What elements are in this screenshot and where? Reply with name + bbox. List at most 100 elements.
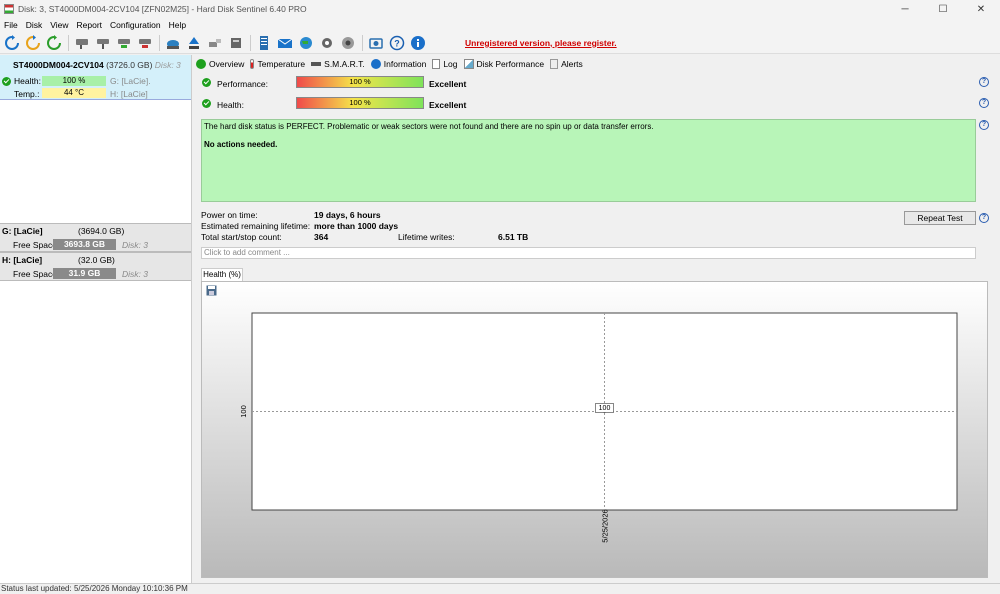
power-on-value: 19 days, 6 hours [314,210,381,220]
performance-ok-icon [202,78,211,87]
disk-model: ST4000DM004-2CV104 [13,60,104,70]
free-space-label: Free Space [13,269,57,279]
settings-icon[interactable] [317,33,336,52]
temperature-bar: 44 °C [42,88,106,98]
status-description-box: The hard disk status is PERFECT. Problem… [201,119,976,202]
help-icon[interactable]: ? [979,213,989,223]
report-icon[interactable] [254,33,273,52]
disk-icon[interactable] [72,33,91,52]
tab-information[interactable]: Information [370,58,426,69]
toolbar-separator [362,34,363,51]
status-bar: Status last updated: 5/25/2026 Monday 10… [0,583,1000,594]
volume-disk: Disk: 3 [122,269,148,279]
maximize-button[interactable]: ☐ [924,0,962,18]
tab-disk-performance[interactable]: Disk Performance [463,58,544,69]
data-label: 100 [599,405,611,412]
comment-input[interactable]: Click to add comment ... [201,247,976,259]
volume-name: G: [LaCie] [2,226,43,236]
title-bar: Disk: 3, ST4000DM004-2CV104 [ZFN02M25] -… [0,0,1000,18]
y-tick-label: 100 [239,405,248,418]
upload-icon[interactable] [184,33,203,52]
thermometer-icon [250,58,255,69]
tab-log[interactable]: Log [432,58,458,69]
health-bar: 100 % [42,76,106,86]
start-stop-value: 364 [314,232,329,242]
health-label: Health: [14,76,41,86]
free-space-label: Free Space [13,240,57,250]
options-icon[interactable] [338,33,357,52]
check-icon [196,58,206,69]
health-rating: Excellent [429,100,467,110]
volume-g[interactable]: G: [LaCie] (3694.0 GB) Free Space 3693.8… [0,223,191,252]
close-button[interactable]: ✕ [962,0,1000,18]
minimize-button[interactable]: ─ [886,0,924,18]
tab-bar: Overview Temperature S.M.A.R.T. Informat… [196,57,589,70]
free-space-bar: 3693.8 GB [53,239,116,250]
volume-name: H: [LaCie] [2,255,43,265]
disk-eject-icon[interactable] [163,33,182,52]
actions-text: No actions needed. [204,140,278,149]
performance-label: Performance: [217,79,269,89]
health-ok-icon [202,99,211,108]
partition-g-label: G: [LaCie]. [110,76,151,86]
health-chart: 100 100 5/25/2026 [239,312,958,543]
tab-smart[interactable]: S.M.A.R.T. [311,59,365,69]
volume-disk: Disk: 3 [122,240,148,250]
help-icon[interactable]: ? [979,120,989,130]
toolbar-separator [68,34,69,51]
remaining-lifetime-label: Estimated remaining lifetime: [201,221,311,231]
lifetime-writes-value: 6.51 TB [498,232,529,242]
disk-number: Disk: 3 [154,60,181,70]
tab-alerts[interactable]: Alerts [550,58,583,69]
screenshot-icon[interactable] [366,33,385,52]
disk-surface-icon[interactable] [135,33,154,52]
tab-overview[interactable]: Overview [196,58,244,69]
health-bar: 100 % [296,97,424,109]
refresh-icon[interactable] [2,33,21,52]
start-stop-label: Total start/stop count: [201,232,282,242]
volume-h[interactable]: H: [LaCie] (32.0 GB) Free Space 31.9 GB … [0,252,191,281]
partition-h-label: H: [LaCie] [110,89,148,99]
disk-icon [311,61,322,66]
unregistered-link[interactable]: Unregistered version, please register. [465,38,617,48]
volume-size: (32.0 GB) [78,255,115,265]
status-text: The hard disk status is PERFECT. Problem… [204,122,654,131]
menu-disk[interactable]: Disk [22,20,47,30]
tab-temperature[interactable]: Temperature [250,58,305,69]
tab-health-chart[interactable]: Health (%) [201,268,243,281]
window-title: Disk: 3, ST4000DM004-2CV104 [ZFN02M25] -… [18,4,307,14]
tools-icon[interactable] [205,33,224,52]
disk-title: ST4000DM004-2CV104 (3726.0 GB) Disk: 3 [13,60,181,70]
menu-view[interactable]: View [46,20,72,30]
x-tick-label: 5/25/2026 [601,509,610,542]
repeat-test-button[interactable]: Repeat Test [904,211,976,225]
web-icon[interactable] [296,33,315,52]
menu-file[interactable]: File [0,20,22,30]
menu-help[interactable]: Help [165,20,190,30]
temperature-label: Temp.: [14,89,40,99]
volume-size: (3694.0 GB) [78,226,125,236]
refresh-all-icon[interactable] [23,33,42,52]
toolbar-separator [159,34,160,51]
disk-settings-icon[interactable] [93,33,112,52]
disk-test-icon[interactable] [114,33,133,52]
performance-rating: Excellent [429,79,467,89]
menu-report[interactable]: Report [73,20,107,30]
info-icon[interactable] [408,33,427,52]
power-on-label: Power on time: [201,210,258,220]
refresh-disk-icon[interactable] [44,33,63,52]
document-icon [432,58,441,69]
print-icon[interactable] [226,33,245,52]
toolbar-separator [250,34,251,51]
menu-configuration[interactable]: Configuration [106,20,165,30]
help-icon[interactable]: ? [979,98,989,108]
email-icon[interactable] [275,33,294,52]
lifetime-writes-label: Lifetime writes: [398,232,455,242]
health-ok-icon [2,77,11,86]
performance-bar: 100 % [296,76,424,88]
performance-icon [463,58,474,69]
svg-text:?: ? [394,38,400,48]
help-icon[interactable]: ? [387,33,406,52]
disk-card[interactable]: ST4000DM004-2CV104 (3726.0 GB) Disk: 3 H… [0,55,191,100]
help-icon[interactable]: ? [979,77,989,87]
